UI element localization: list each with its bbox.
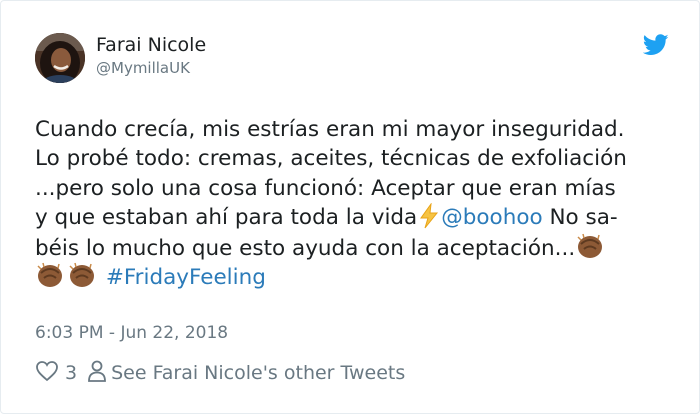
tweet-line-4-text: y que estaban ahí para toda la vida bbox=[35, 204, 418, 230]
tweet-actions: 3 See Farai Nicole's other Tweets bbox=[35, 360, 405, 387]
author-name[interactable]: Farai Nicole bbox=[96, 34, 206, 56]
clapping-hands-icon bbox=[65, 261, 99, 297]
hashtag-link[interactable]: #FridayFeeling bbox=[106, 265, 266, 290]
clapping-hands-icon bbox=[575, 232, 605, 268]
tweet-line-1: Cuando crecía, mis estrías eran mi mayor… bbox=[35, 117, 625, 142]
twitter-bird-icon[interactable] bbox=[643, 34, 669, 56]
tweet-card: Farai Nicole @MymillaUK Cuando crecía, m… bbox=[0, 0, 700, 414]
tweet-line-5: béis lo mucho que esto ayuda con la acep… bbox=[35, 232, 695, 261]
author-handle[interactable]: @MymillaUK bbox=[96, 59, 190, 77]
tweet-line-4: y que estaban ahí para toda la vida @booh… bbox=[35, 202, 695, 232]
other-tweets-link[interactable]: See Farai Nicole's other Tweets bbox=[111, 362, 405, 384]
tweet-line-5-text: béis lo mucho que esto ayuda con la acep… bbox=[35, 236, 576, 262]
mention-link[interactable]: @boohoo bbox=[441, 205, 542, 230]
heart-icon[interactable] bbox=[35, 360, 59, 387]
tweet-timestamp[interactable]: 6:03 PM - Jun 22, 2018 bbox=[35, 323, 228, 343]
avatar[interactable] bbox=[35, 33, 85, 83]
tweet-line-2: Lo probé todo: cremas, aceites, técnicas… bbox=[35, 146, 627, 172]
tweet-line-3: ...pero solo una cosa funcionó: Aceptar … bbox=[35, 175, 616, 201]
tweet-text: Cuando crecía, mis estrías eran mi mayor… bbox=[35, 115, 695, 291]
like-count[interactable]: 3 bbox=[65, 362, 77, 384]
tweet-line-4-tail: No sa- bbox=[549, 204, 618, 230]
clapping-hands-icon bbox=[35, 261, 65, 297]
avatar-photo bbox=[35, 33, 85, 83]
person-icon[interactable] bbox=[87, 360, 107, 387]
